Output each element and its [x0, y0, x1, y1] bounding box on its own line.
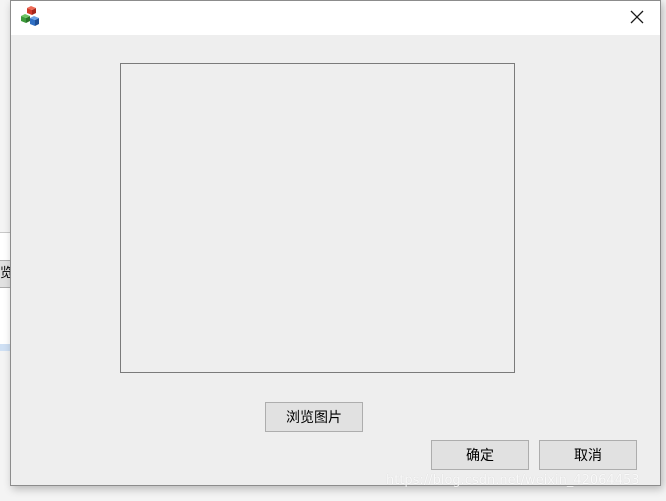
image-preview-panel: [120, 63, 515, 373]
ok-label: 确定: [466, 448, 494, 464]
colored-cubes-icon: [21, 6, 39, 26]
cancel-button[interactable]: 取消: [539, 440, 637, 470]
image-dialog: 浏览图片 确定 取消: [10, 0, 661, 486]
cancel-label: 取消: [574, 448, 602, 464]
browse-image-button[interactable]: 浏览图片: [265, 402, 363, 432]
close-button[interactable]: [614, 1, 660, 33]
title-bar: [11, 1, 660, 35]
close-icon: [630, 10, 644, 24]
ok-button[interactable]: 确定: [431, 440, 529, 470]
watermark-text: https://blog.csdn.net/weixin_42064453: [386, 473, 640, 488]
browse-image-label: 浏览图片: [286, 410, 342, 426]
